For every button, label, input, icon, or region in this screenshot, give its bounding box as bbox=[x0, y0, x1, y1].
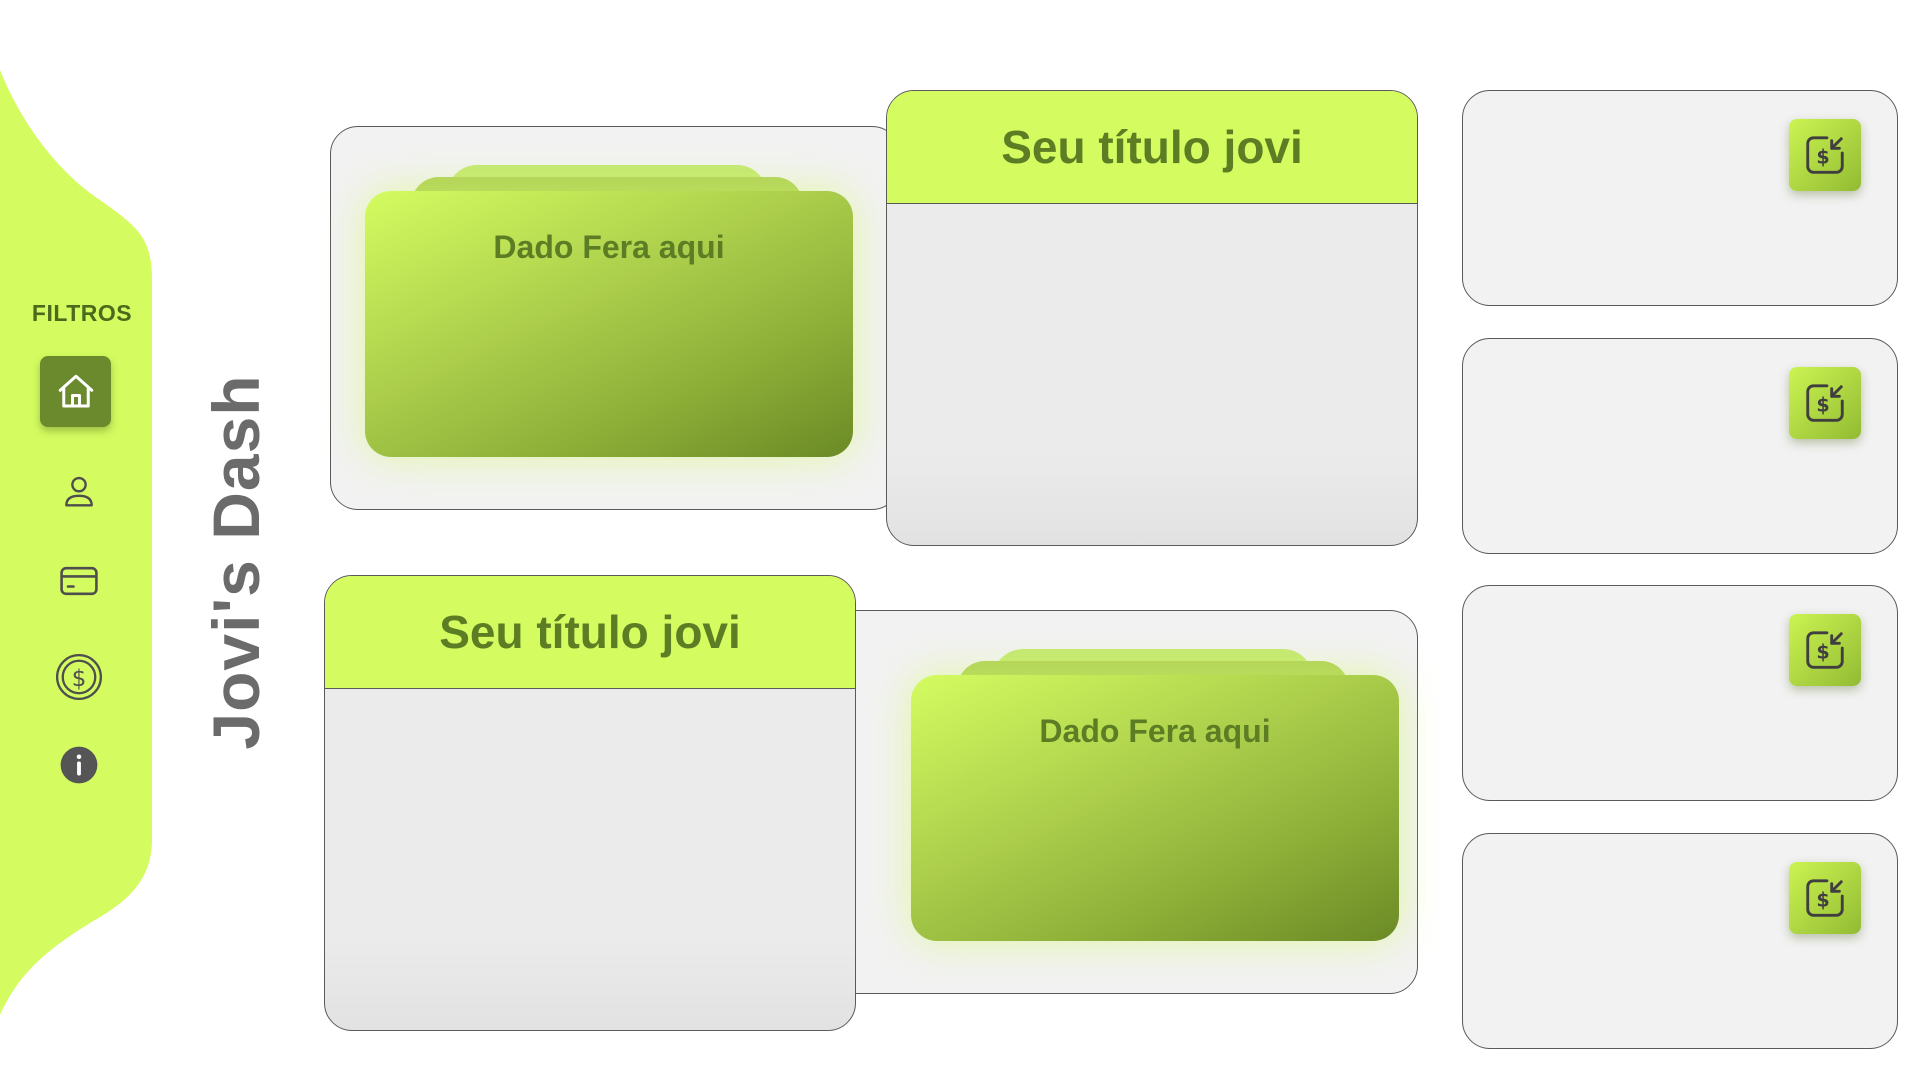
sidebar-item-info[interactable] bbox=[56, 742, 102, 788]
brand-title: Jovi's Dash bbox=[199, 374, 273, 750]
card-icon bbox=[60, 566, 98, 596]
home-icon bbox=[58, 374, 93, 407]
brand-title-container: Jovi's Dash bbox=[196, 372, 276, 752]
money-exchange-button[interactable]: $ bbox=[1789, 119, 1861, 191]
panel-title: Seu título jovi bbox=[887, 91, 1417, 204]
sidebar-item-card[interactable] bbox=[54, 556, 104, 606]
data-card-stack: Dado Fera aqui bbox=[365, 165, 853, 457]
panel-top-right: Seu título jovi bbox=[886, 90, 1418, 546]
side-card-2: $ bbox=[1462, 338, 1898, 554]
panel-bottom-left: Seu título jovi bbox=[324, 575, 856, 1031]
money-exchange-button[interactable]: $ bbox=[1789, 367, 1861, 439]
filters-label: FILTROS bbox=[31, 300, 133, 326]
svg-text:$: $ bbox=[1816, 641, 1829, 664]
data-card-stack: Dado Fera aqui bbox=[911, 649, 1399, 941]
svg-text:$: $ bbox=[72, 666, 87, 692]
svg-text:$: $ bbox=[1816, 889, 1829, 912]
money-exchange-icon: $ bbox=[1806, 631, 1844, 669]
sidebar-item-home[interactable] bbox=[40, 356, 111, 427]
panel-bottom-right: Dado Fera aqui bbox=[830, 610, 1418, 994]
data-card[interactable]: Dado Fera aqui bbox=[911, 675, 1399, 941]
money-exchange-button[interactable]: $ bbox=[1789, 862, 1861, 934]
money-exchange-button[interactable]: $ bbox=[1789, 614, 1861, 686]
sidebar-background bbox=[0, 70, 152, 1015]
svg-text:$: $ bbox=[1816, 394, 1829, 417]
side-card-1: $ bbox=[1462, 90, 1898, 306]
data-card-label: Dado Fera aqui bbox=[1039, 713, 1271, 749]
money-exchange-icon: $ bbox=[1806, 879, 1844, 917]
user-icon bbox=[65, 476, 93, 507]
panel-top-left: Dado Fera aqui bbox=[330, 126, 900, 510]
money-exchange-icon: $ bbox=[1806, 384, 1844, 422]
sidebar-item-finance[interactable]: $ bbox=[52, 650, 106, 704]
side-card-3: $ bbox=[1462, 585, 1898, 801]
data-card[interactable]: Dado Fera aqui bbox=[365, 191, 853, 457]
money-exchange-icon: $ bbox=[1806, 136, 1844, 174]
dollar-coin-icon: $ bbox=[55, 653, 103, 701]
data-card-label: Dado Fera aqui bbox=[493, 229, 725, 265]
sidebar-item-user[interactable] bbox=[54, 466, 104, 516]
info-icon bbox=[60, 746, 98, 784]
svg-text:$: $ bbox=[1816, 146, 1829, 169]
side-card-4: $ bbox=[1462, 833, 1898, 1049]
panel-title: Seu título jovi bbox=[325, 576, 855, 689]
